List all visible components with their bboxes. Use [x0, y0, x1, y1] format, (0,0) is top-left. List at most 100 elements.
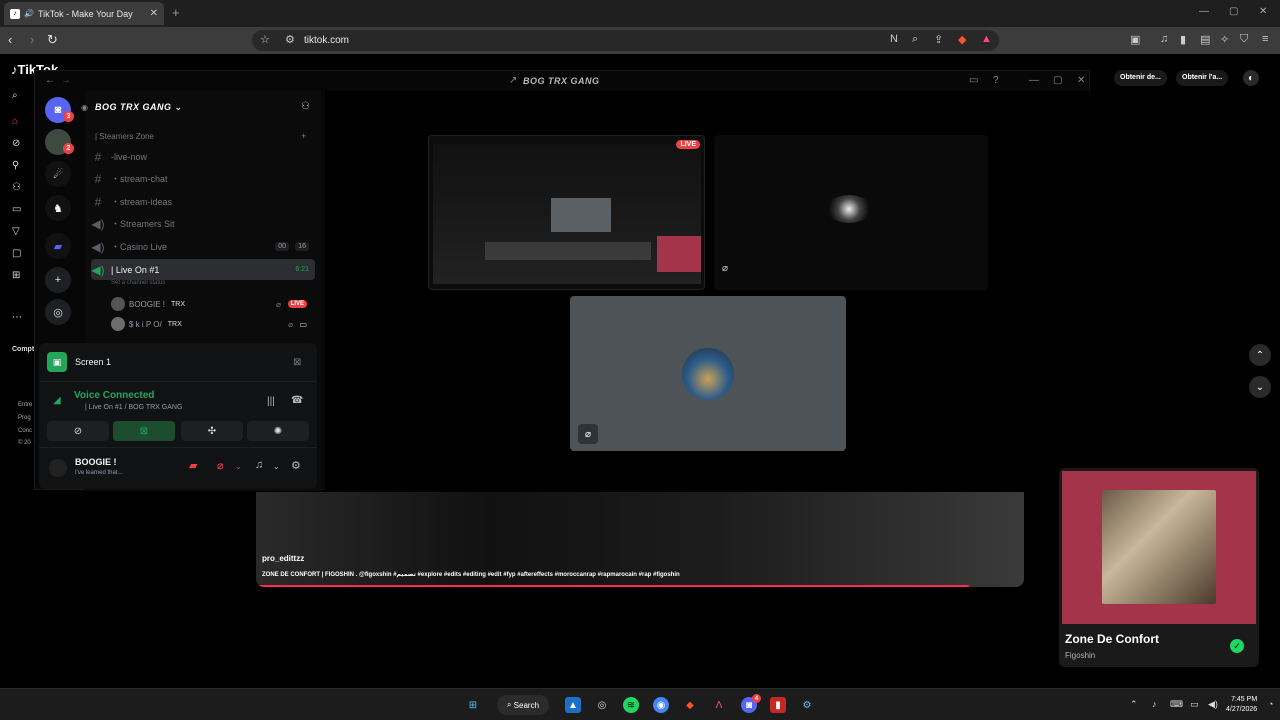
minimize-button[interactable]: — [1029, 75, 1039, 86]
video-player[interactable]: pro_edittzz ZONE DE CONFORT | FIGOSHIN .… [256, 492, 1024, 587]
sidebar-icon[interactable]: ▮ [1180, 33, 1186, 46]
get-app-button[interactable]: Obtenir l'a... [1176, 70, 1229, 86]
vpn-icon[interactable]: ⛉ [1240, 33, 1248, 46]
help-icon[interactable]: ? [993, 75, 999, 86]
participant-tile[interactable]: ⌀ [570, 296, 846, 451]
voice-user[interactable]: $ k i P O/ TRX ⌀ ▭ [111, 317, 311, 331]
server-icon[interactable]: ☄ [45, 161, 71, 187]
spotify-icon[interactable]: ≋ [623, 697, 639, 713]
add-channel-icon[interactable]: + [301, 131, 306, 141]
live-icon[interactable]: ▭ [12, 204, 21, 215]
folder-icon[interactable]: ▰ [45, 233, 71, 259]
notifications-icon[interactable]: ◔ [1268, 699, 1273, 709]
video-username[interactable]: pro_edittzz [262, 554, 304, 563]
channel-live-now[interactable]: # -live-now [91, 147, 315, 166]
leo-icon[interactable]: ✧ [1220, 33, 1229, 46]
discover-icon[interactable]: ◎ [45, 299, 71, 325]
channel-live-on-1[interactable]: ◀) | Live On #1 6:21 [91, 259, 315, 280]
reload-icon[interactable]: ↻ [47, 32, 58, 48]
following-icon[interactable]: ⚲ [12, 160, 19, 171]
microphone-icon[interactable]: ♪ [1152, 699, 1157, 709]
inbox-icon[interactable]: ▭ [969, 75, 978, 86]
get-coins-button[interactable]: Obtenir de... [1114, 70, 1167, 86]
new-tab-button[interactable]: + [172, 5, 180, 20]
translate-icon[interactable]: N [890, 33, 898, 45]
site-info-icon[interactable]: ⚙ [285, 33, 295, 46]
add-server-icon[interactable]: + [45, 267, 71, 293]
profile-icon[interactable]: ◐ [1243, 70, 1259, 86]
camera-off-button[interactable]: ⊘ [47, 421, 109, 441]
screen-share-button[interactable]: ⊠ [113, 421, 175, 441]
invite-icon[interactable]: ⚇ [301, 101, 310, 112]
screen-share-row[interactable]: ▣ Screen 1 [47, 351, 111, 373]
chevron-down-icon[interactable]: ⌄ [273, 462, 280, 471]
app-icon[interactable]: ▮ [770, 697, 786, 713]
address-bar[interactable]: ☆ ⚙ tiktok.com [252, 30, 999, 51]
video-progress[interactable] [256, 585, 969, 587]
channel-stream-chat[interactable]: # ・stream-chat [91, 169, 315, 188]
app-icon[interactable]: ◎ [594, 697, 610, 713]
footer-link[interactable]: Conc [18, 428, 32, 434]
stop-stream-icon[interactable]: ⊠ [293, 357, 301, 368]
minimize-button[interactable]: — [1199, 6, 1209, 17]
speaker-icon[interactable]: 🔊 [24, 9, 34, 18]
chevron-down-icon[interactable]: ⌄ [235, 462, 242, 471]
keyboard-icon[interactable]: ⌨ [1170, 699, 1183, 710]
soundboard-button[interactable]: ✺ [247, 421, 309, 441]
mic-muted-icon[interactable]: ⌀ [217, 459, 224, 472]
bookmark-icon[interactable]: ☆ [260, 33, 270, 46]
zoom-icon[interactable]: ⌕ [912, 33, 918, 46]
wallet-icon[interactable]: ▤ [1200, 33, 1210, 46]
participant-tile[interactable]: ⌀ [714, 135, 988, 290]
disconnect-icon[interactable]: ☎ [291, 395, 303, 406]
back-icon[interactable]: ‹ [8, 32, 12, 47]
tab-close-button[interactable]: ✕ [150, 8, 158, 19]
rewards-icon[interactable]: ▲ [981, 33, 992, 45]
maximize-button[interactable]: ▢ [1229, 6, 1238, 17]
voice-connected-label[interactable]: Voice Connected [74, 390, 154, 401]
voice-user[interactable]: BOOGIE ! TRX ⌀ LIVE [111, 297, 311, 311]
explore-icon[interactable]: ⊘ [12, 138, 20, 149]
app-icon[interactable]: Λ [711, 697, 727, 713]
voice-location[interactable]: | Live On #1 / BOG TRX GANG [85, 404, 182, 411]
messages-icon[interactable]: ▽ [12, 226, 20, 237]
menu-icon[interactable]: ≡ [1262, 33, 1268, 45]
maximize-button[interactable]: ▢ [1053, 75, 1062, 86]
noise-suppression-icon[interactable]: ||| [267, 396, 275, 407]
channel-stream-ideas[interactable]: # ・stream-ideas [91, 192, 315, 211]
now-playing-widget[interactable]: Zone De Confort Figoshin ✓ [1059, 468, 1259, 667]
tab-search-icon[interactable]: ▣ [1130, 33, 1140, 46]
channel-status[interactable]: Set a channel status [111, 280, 165, 286]
back-icon[interactable]: ← [45, 75, 55, 86]
media-icon[interactable]: ♫ [1160, 33, 1168, 45]
more-icon[interactable]: ⋯ [12, 312, 22, 323]
channel-casino-live[interactable]: ◀) ・Casino Live 00 16 [91, 237, 315, 256]
footer-link[interactable]: Prog [18, 415, 31, 421]
forward-icon[interactable]: › [30, 32, 34, 47]
headphones-icon[interactable]: ♫ [255, 459, 263, 471]
home-icon[interactable]: ⌂ [12, 116, 18, 127]
photos-icon[interactable]: ▲ [565, 697, 581, 713]
share-icon[interactable]: ⇪ [934, 33, 943, 46]
chrome-icon[interactable]: ◉ [653, 697, 669, 713]
search-icon[interactable]: ⌕ [12, 90, 18, 101]
chevron-up-icon[interactable]: ⌃ [1130, 699, 1138, 710]
settings-gear-icon[interactable]: ⚙ [291, 459, 301, 472]
connection-icon[interactable]: ◢ [53, 395, 61, 406]
category-label[interactable]: | Steamers Zone [95, 132, 154, 141]
volume-icon[interactable]: ◀) [1208, 699, 1218, 710]
channel-streamers-sit[interactable]: ◀) ・Streamers Sit [91, 214, 315, 233]
brave-shields-icon[interactable]: ◆ [958, 33, 966, 46]
footer-link[interactable]: Entre [18, 402, 32, 408]
network-icon[interactable]: ▭ [1190, 699, 1199, 710]
camera-off-icon[interactable]: ▰ [189, 459, 197, 472]
close-window-button[interactable]: ✕ [1259, 6, 1267, 17]
taskbar-search-button[interactable]: ⌕ Search [497, 695, 549, 715]
server-name[interactable]: BOG TRX GANG ⌄ [95, 102, 183, 113]
brave-icon[interactable]: ◆ [682, 697, 698, 713]
server-icon[interactable]: ♞ [45, 195, 71, 221]
friends-icon[interactable]: ⚇ [12, 182, 21, 193]
liked-check-icon[interactable]: ✓ [1230, 639, 1244, 653]
activity-icon[interactable]: ▢ [12, 248, 21, 259]
start-icon[interactable]: ⊞ [465, 697, 481, 713]
